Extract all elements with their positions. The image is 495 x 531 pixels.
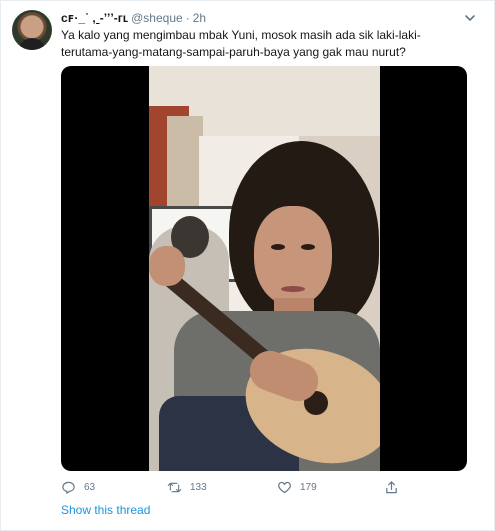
tweet-text: Ya kalo yang mengimbau mbak Yuni, mosok …: [61, 28, 421, 59]
timestamp[interactable]: 2h: [193, 10, 206, 26]
scene-eye-right: [301, 244, 315, 250]
heart-icon: [278, 481, 291, 493]
user-handle[interactable]: @sheque: [131, 10, 183, 26]
reply-icon: [62, 481, 75, 494]
retweet-count: 133: [190, 481, 207, 493]
like-count: 179: [300, 481, 317, 493]
scene-hand: [149, 246, 185, 286]
video-frame: [149, 66, 380, 471]
chevron-down-icon[interactable]: [463, 11, 477, 25]
user-avatar[interactable]: [12, 10, 52, 50]
show-thread-link[interactable]: Show this thread: [61, 503, 150, 517]
like-button[interactable]: 179: [277, 478, 317, 496]
video-player[interactable]: [61, 66, 467, 471]
reply-button[interactable]: 63: [61, 478, 95, 496]
separator-dot: ·: [185, 11, 190, 25]
tweet-actions: 63 133 179: [61, 478, 471, 496]
scene-eye-left: [271, 244, 285, 250]
display-name[interactable]: ᴄꜰ· ̲ ˙ ,ˍ‑ʼʼʼ‑ᴦʟ: [61, 10, 128, 26]
reply-count: 63: [84, 481, 96, 493]
share-icon: [386, 480, 397, 493]
tweet-header: ᴄꜰ· ̲ ˙ ,ˍ‑ʼʼʼ‑ᴦʟ @sheque · 2h: [61, 10, 206, 26]
share-button[interactable]: [384, 478, 399, 496]
retweet-button[interactable]: 133: [167, 478, 207, 496]
retweet-icon: [167, 482, 182, 492]
avatar-shirt: [18, 38, 46, 50]
scene-lips: [281, 286, 305, 292]
